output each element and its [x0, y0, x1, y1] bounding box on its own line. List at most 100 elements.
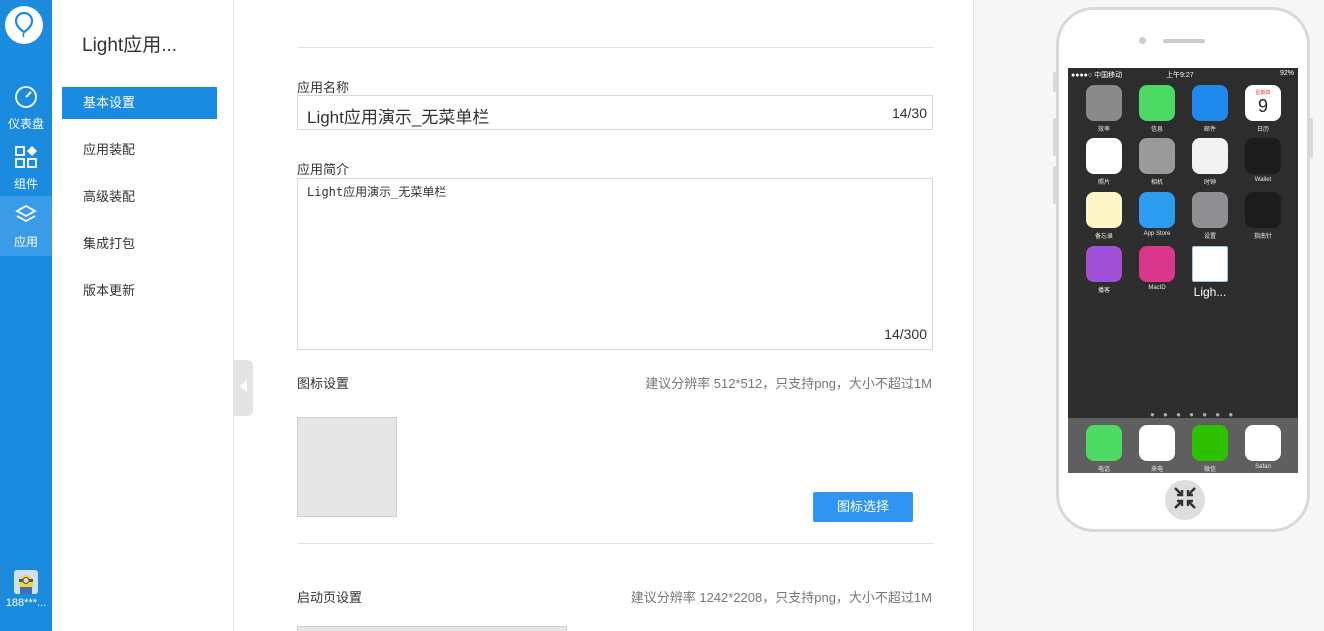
- divider: [297, 47, 933, 48]
- phone-app-icon: MacID: [1137, 246, 1177, 291]
- dock-app-icon: 微信: [1190, 425, 1230, 473]
- nav-item-basic-settings[interactable]: 基本设置: [62, 87, 217, 119]
- layers-icon: [14, 203, 38, 230]
- phone-app-icon: 备忘录: [1084, 192, 1124, 240]
- phone-app-icon: 指南针: [1243, 192, 1283, 240]
- app-name: 时钟: [1203, 180, 1216, 186]
- avatar: [14, 570, 38, 594]
- app-name: Ligh...: [1193, 285, 1227, 299]
- app-icon-tile: [1086, 85, 1122, 121]
- phone-app-icon: 照片: [1084, 138, 1124, 186]
- phone-side-button: [1053, 118, 1057, 156]
- app-icon-tile: [1192, 425, 1228, 461]
- user-name: 188***...: [5, 597, 47, 609]
- app-intro-label: 应用简介: [297, 162, 350, 177]
- app-name-count: 14/30: [891, 105, 927, 121]
- phone-side-button: [1309, 118, 1313, 158]
- phone-preview: ●●●●○ 中国移动 上午9:27 92% 效率 信息 邮件 星期四 9 日历照片 相机 时钟…: [1053, 7, 1313, 532]
- app-name: Safari: [1255, 464, 1271, 470]
- app-name-value: Light应用演示_无菜单栏: [307, 108, 490, 127]
- phone-app-icon: Wallet: [1243, 138, 1283, 183]
- app-icon-tile: [1245, 138, 1281, 174]
- splash-settings-label: 启动页设置: [297, 590, 363, 605]
- rail-item-label: 组件: [13, 176, 38, 191]
- phone-app-icon: App Store: [1137, 192, 1177, 237]
- battery-level: 92%: [1279, 70, 1294, 77]
- app-icon-tile: 星期四 9: [1245, 85, 1281, 121]
- collapse-handle[interactable]: [234, 360, 253, 416]
- carrier: ●●●●○ 中国移动: [1071, 72, 1123, 79]
- app-icon-tile: [1139, 246, 1175, 282]
- app-icon-tile: [1139, 138, 1175, 174]
- app-intro-value: Light应用演示_无菜单栏: [307, 185, 447, 199]
- rail-item-label: 应用: [13, 234, 38, 249]
- phone-screen: ●●●●○ 中国移动 上午9:27 92% 效率 信息 邮件 星期四 9 日历照片 相机 时钟…: [1068, 68, 1298, 473]
- app-icon-tile: [1086, 138, 1122, 174]
- status-time: 上午9:27: [1166, 72, 1194, 79]
- phone-app-icon: 设置: [1190, 192, 1230, 240]
- rail-item-apps[interactable]: 应用: [0, 196, 52, 256]
- main-form: 应用名称 Light应用演示_无菜单栏 14/30 应用简介 Light应用演示…: [234, 0, 974, 631]
- icon-preview[interactable]: [297, 417, 397, 517]
- app-name: 日历: [1256, 127, 1269, 133]
- app-name: 设置: [1203, 234, 1216, 240]
- app-name: 信息: [1150, 127, 1163, 133]
- app-name: 微信: [1203, 467, 1216, 473]
- nav-item-advanced-assembly[interactable]: 高级装配: [62, 181, 217, 213]
- app-name: 播客: [1097, 288, 1110, 294]
- app-name: 电话: [1097, 467, 1110, 473]
- app-name: Wallet: [1254, 177, 1272, 183]
- app-icon-tile: [1086, 246, 1122, 282]
- phone-app-icon: 邮件: [1190, 85, 1230, 133]
- rail-item-dashboard[interactable]: 仪表盘: [0, 78, 52, 138]
- app-name: App Store: [1143, 231, 1171, 237]
- rail-item-components[interactable]: 组件: [0, 138, 52, 198]
- collapse-arrows-icon: [1172, 485, 1198, 516]
- splash-preview[interactable]: [297, 626, 567, 631]
- app-name-input[interactable]: Light应用演示_无菜单栏 14/30: [297, 95, 933, 130]
- app-icon-tile: [1192, 138, 1228, 174]
- app-intro-count: 14/300: [884, 326, 927, 342]
- app-icon-tile: [1139, 425, 1175, 461]
- phone-app-icon: 星期四 9 日历: [1243, 85, 1283, 133]
- balloon-logo-icon[interactable]: [5, 6, 43, 44]
- app-name: 效率: [1097, 127, 1110, 133]
- app-name-label: 应用名称: [297, 80, 350, 95]
- phone-app-icon: 信息: [1137, 85, 1177, 133]
- user-profile[interactable]: 188***...: [0, 570, 52, 609]
- nav-item-app-assembly[interactable]: 应用装配: [62, 134, 217, 166]
- icon-settings-label: 图标设置: [297, 376, 350, 391]
- app-name: 相机: [1150, 180, 1163, 186]
- app-title: Light应用...: [82, 35, 178, 56]
- phone-speaker: [1163, 39, 1205, 43]
- app-intro-textarea[interactable]: Light应用演示_无菜单栏 14/300: [297, 178, 933, 350]
- app-name: 邮件: [1203, 127, 1216, 133]
- divider: [297, 543, 933, 544]
- phone-side-button: [1053, 166, 1057, 204]
- splash-hint: 建议分辨率 1242*2208，只支持png，大小不超过1M: [630, 590, 932, 605]
- dock: 电话 来电 微信 Safari: [1068, 418, 1298, 473]
- app-name: 备忘录: [1094, 234, 1113, 240]
- collapse-preview-button[interactable]: [1165, 480, 1205, 520]
- app-icon-tile: [1192, 246, 1228, 282]
- app-icon-tile: [1192, 192, 1228, 228]
- settings-nav: Light应用... 基本设置 应用装配 高级装配 集成打包 版本更新: [52, 0, 234, 631]
- phone-app-icon: 效率: [1084, 85, 1124, 133]
- icon-hint: 建议分辨率 512*512，只支持png，大小不超过1M: [645, 376, 932, 391]
- left-rail: 仪表盘 组件 应用 188***...: [0, 0, 52, 631]
- app-icon-tile: [1086, 425, 1122, 461]
- phone-app-icon: 相机: [1137, 138, 1177, 186]
- calendar-day: 9: [1257, 96, 1268, 116]
- app-icon-tile: [1139, 85, 1175, 121]
- app-icon-tile: [1192, 85, 1228, 121]
- icon-select-button[interactable]: 图标选择: [813, 492, 913, 522]
- phone-app-icon: 播客: [1084, 246, 1124, 294]
- app-icon-tile: [1139, 192, 1175, 228]
- phone-side-button: [1053, 72, 1057, 92]
- app-name: 照片: [1097, 180, 1110, 186]
- nav-item-version-update[interactable]: 版本更新: [62, 275, 217, 307]
- nav-item-integration-package[interactable]: 集成打包: [62, 228, 217, 260]
- components-icon: [14, 145, 38, 172]
- app-icon-tile: [1245, 192, 1281, 228]
- app-icon-tile: [1086, 192, 1122, 228]
